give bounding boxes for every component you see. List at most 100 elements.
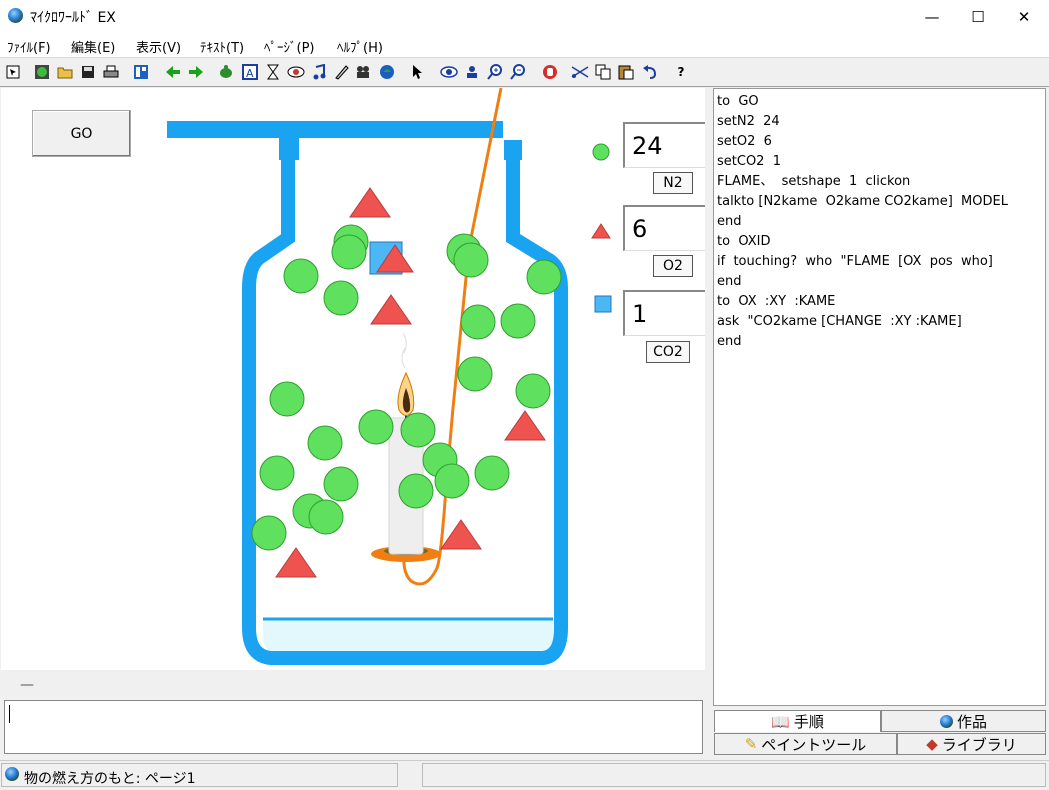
book-icon: 📖 <box>771 712 790 731</box>
n2-molecule <box>400 412 436 448</box>
globe-icon[interactable] <box>377 62 397 82</box>
svg-text:A: A <box>246 67 254 80</box>
status-text: 物の燃え方のもと: ページ1 <box>24 771 196 787</box>
o2-molecule <box>275 547 317 578</box>
command-input[interactable] <box>4 700 703 754</box>
collapse-handle[interactable]: — <box>20 677 34 693</box>
zoom-in-icon[interactable] <box>485 62 505 82</box>
tab-procedure[interactable]: 📖 手順 <box>714 710 881 732</box>
tab-library-label: ライブラリ <box>941 735 1017 754</box>
o2-molecule <box>349 187 391 218</box>
n2-molecule <box>398 473 434 509</box>
n2-molecule <box>358 409 394 445</box>
smoke <box>401 332 407 369</box>
app-globe-icon <box>8 8 23 23</box>
co2-label[interactable]: CO2 <box>646 341 690 363</box>
menu-page[interactable]: ﾍﾟｰｼﾞ(P) <box>264 37 314 56</box>
tab-library[interactable]: ◆ ライブラリ <box>897 733 1046 755</box>
text-a-icon[interactable]: A <box>240 62 260 82</box>
jar-neck-left <box>279 136 299 160</box>
n2-counter: 24 <box>623 122 705 168</box>
tab-works[interactable]: 作品 <box>881 710 1046 732</box>
n2-molecule <box>331 234 367 270</box>
stamp-icon[interactable] <box>462 62 482 82</box>
menu-text[interactable]: ﾃｷｽﾄ(T) <box>200 37 244 56</box>
cursor-arrow-icon[interactable] <box>408 62 428 82</box>
tab-works-label: 作品 <box>956 712 987 731</box>
arrow-right-icon[interactable] <box>186 62 206 82</box>
procedure-code-editor[interactable]: to GO setN2 24 setO2 6 setCO2 1 FLAME、 s… <box>713 88 1046 706</box>
maximize-button[interactable]: ☐ <box>955 0 1001 33</box>
zoom-out-icon[interactable] <box>508 62 528 82</box>
n2-molecule <box>283 258 319 294</box>
arrow-left-icon[interactable] <box>163 62 183 82</box>
go-button[interactable]: GO <box>32 110 131 157</box>
tab-paint-tool[interactable]: ✎ ペイントツール <box>714 733 897 755</box>
pane-divider[interactable] <box>706 88 713 756</box>
hourglass-icon[interactable] <box>263 62 283 82</box>
legend-o2-triangle-icon <box>591 223 611 239</box>
jar-lid <box>167 121 503 138</box>
legend-n2-circle-icon <box>592 143 610 161</box>
cut-icon[interactable] <box>570 62 590 82</box>
tab-procedure-label: 手順 <box>793 713 824 731</box>
n2-molecule <box>474 455 510 491</box>
menu-help[interactable]: ﾍﾙﾌﾟ(H) <box>337 37 383 56</box>
n2-molecule <box>460 304 496 340</box>
camera-icon[interactable] <box>354 62 374 82</box>
layout-icon[interactable] <box>131 62 151 82</box>
n2-molecule <box>457 356 493 392</box>
world-icon[interactable] <box>32 62 52 82</box>
n2-label[interactable]: N2 <box>653 172 693 194</box>
title-bar: ﾏｲｸﾛﾜｰﾙﾄﾞ EX — ☐ ✕ <box>0 0 1049 33</box>
copy-icon[interactable] <box>593 62 613 82</box>
close-button[interactable]: ✕ <box>1001 0 1047 33</box>
n2-molecule <box>307 425 343 461</box>
n2-molecule <box>526 259 562 295</box>
n2-molecule <box>269 381 305 417</box>
window-title: ﾏｲｸﾛﾜｰﾙﾄﾞ EX <box>30 10 116 26</box>
menu-file[interactable]: ﾌｧｲﾙ(F) <box>7 37 51 56</box>
print-icon[interactable] <box>101 62 121 82</box>
o2-molecule <box>370 294 412 325</box>
undo-icon[interactable] <box>640 62 660 82</box>
turtle-icon[interactable] <box>216 62 236 82</box>
o2-counter: 6 <box>623 205 705 251</box>
command-area: — <box>1 670 705 698</box>
menu-edit[interactable]: 編集(E) <box>71 37 115 56</box>
pen-icon[interactable] <box>331 62 351 82</box>
help-icon[interactable]: ? <box>671 62 691 82</box>
status-cell-page: 物の燃え方のもと: ページ1 <box>1 763 398 787</box>
world-status-icon <box>5 767 19 781</box>
n2-molecule <box>323 280 359 316</box>
save-disk-icon[interactable] <box>78 62 98 82</box>
legend-co2-square-icon <box>594 295 612 313</box>
toolbar: A ? <box>0 57 1049 87</box>
o2-molecule <box>504 410 546 441</box>
n2-molecule <box>259 455 295 491</box>
open-folder-icon[interactable] <box>55 62 75 82</box>
menu-view[interactable]: 表示(V) <box>136 37 181 56</box>
eye-shape-icon[interactable] <box>286 62 306 82</box>
n2-molecule <box>500 303 536 339</box>
n2-molecule <box>251 515 287 551</box>
co2-counter: 1 <box>623 290 705 336</box>
jar-neck-right <box>504 140 522 160</box>
model-canvas[interactable]: GO 24 N2 6 O2 1 CO2 <box>1 88 705 670</box>
n2-molecule <box>515 373 551 409</box>
brush-icon: ✎ <box>744 735 758 753</box>
eye-icon[interactable] <box>439 62 459 82</box>
o2-molecule <box>440 519 482 550</box>
n2-molecule <box>453 242 489 278</box>
paste-icon[interactable] <box>616 62 636 82</box>
o2-label[interactable]: O2 <box>653 255 693 277</box>
pointer-select-icon[interactable] <box>3 62 23 82</box>
music-note-icon[interactable] <box>309 62 329 82</box>
text-caret <box>9 705 10 723</box>
minimize-button[interactable]: — <box>909 0 955 33</box>
menu-bar: ﾌｧｲﾙ(F) 編集(E) 表示(V) ﾃｷｽﾄ(T) ﾍﾟｰｼﾞ(P) ﾍﾙﾌ… <box>0 33 1049 57</box>
stop-hand-icon[interactable] <box>540 62 560 82</box>
n2-molecule <box>323 466 359 502</box>
world-icon <box>939 714 953 728</box>
n2-molecule <box>308 499 344 535</box>
